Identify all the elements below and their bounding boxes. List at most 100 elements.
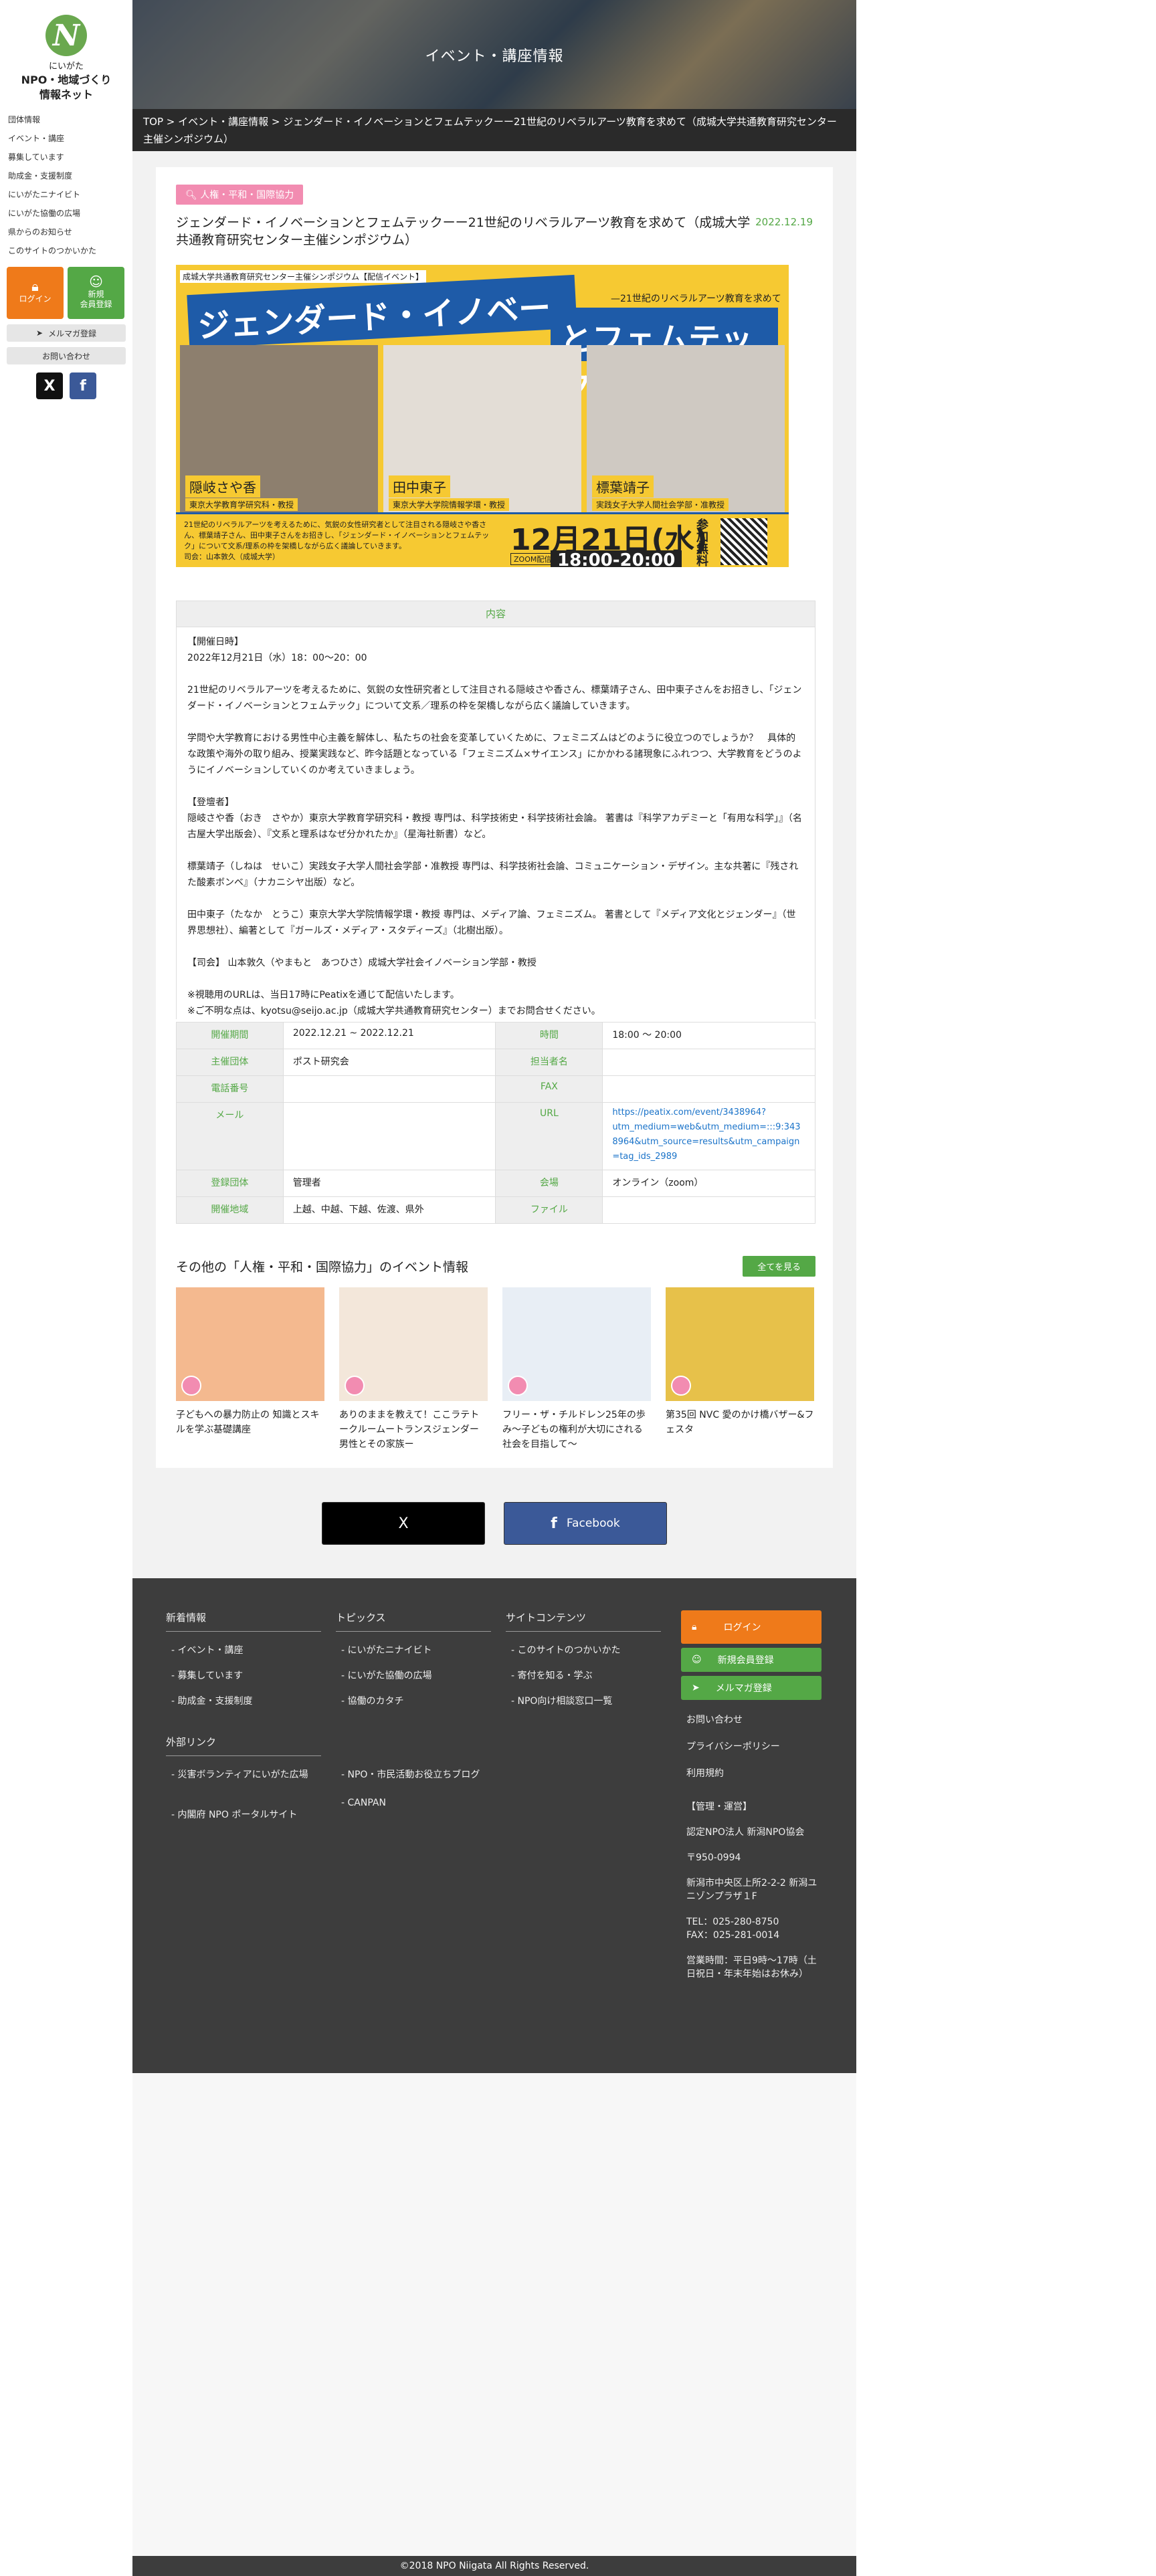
- logo-line-3: 情報ネット: [39, 88, 93, 101]
- body-speaker-1: 隠岐さや香（おき さやか）東京大学教育学研究科・教授 専門は、科学技術史・科学技…: [187, 813, 802, 840]
- footer-link[interactable]: - 募集しています: [166, 1669, 321, 1683]
- url-line-2: utm_medium=web&utm_medium=:::9:3438964&u…: [612, 1122, 801, 1162]
- area-value: 上越、中越、下越、佐渡、県外: [282, 1196, 496, 1224]
- footer-tel: TEL：025-280-8750: [686, 1917, 779, 1927]
- search-icon: 🔍︎: [185, 190, 197, 201]
- portrait-1: 隠岐さや香 東京大学教育学研究科・教授: [180, 345, 378, 512]
- facebook-icon: f: [551, 1515, 557, 1532]
- footer-mailmag-button[interactable]: ➤ メルマガ登録: [681, 1676, 822, 1700]
- footer-terms-link[interactable]: 利用規約: [681, 1767, 822, 1780]
- related-thumb: [666, 1287, 814, 1401]
- file-label: ファイル: [495, 1196, 603, 1224]
- flyer-time: 18:00-20:00: [551, 550, 682, 567]
- footer-link[interactable]: - このサイトのつかいかた: [506, 1644, 661, 1657]
- body-date: 2022年12月21日（水）18：00〜20：00: [187, 653, 367, 663]
- footer-link[interactable]: - 寄付を知る・学ぶ: [506, 1669, 661, 1683]
- contact-button[interactable]: お問い合わせ: [7, 347, 126, 364]
- footer-link[interactable]: - イベント・講座: [166, 1644, 321, 1657]
- empty-area: [132, 2073, 856, 2556]
- venue-value: オンライン（zoom）: [602, 1170, 815, 1197]
- share-x-button[interactable]: X: [322, 1502, 485, 1545]
- footer-link[interactable]: - NPO・市民活動お役立ちブログ: [336, 1768, 491, 1782]
- site-logo-text[interactable]: にいがた NPO・地域づくり 情報ネット: [0, 60, 132, 102]
- footer-hours: 営業時間：平日9時〜17時（土日祝日・年末年始はお休み）: [686, 1955, 817, 1979]
- logo-icon[interactable]: N: [45, 15, 87, 56]
- related-item[interactable]: フリー・ザ・チルドレン25年の歩み〜子どもの権利が大切にされる社会を目指して〜: [502, 1287, 651, 1452]
- facebook-icon[interactable]: f: [70, 372, 96, 399]
- footer-link[interactable]: - 内閣府 NPO ポータルサイト: [166, 1808, 321, 1822]
- related-title: フリー・ザ・チルドレン25年の歩み〜子どもの権利が大切にされる社会を目指して〜: [502, 1410, 646, 1450]
- footer-link[interactable]: - にいがたニナイビト: [336, 1644, 491, 1657]
- org-label: 主催団体: [176, 1049, 284, 1076]
- content-body: 【開催日時】 2022年12月21日（水）18：00〜20：00 21世紀のリベ…: [176, 627, 815, 1019]
- footer-link[interactable]: - NPO向け相談窓口一覧: [506, 1695, 661, 1708]
- footer-link[interactable]: - 協働のカタチ: [336, 1695, 491, 1708]
- related-title: 第35回 NVC 愛のかけ橋バザー&フェスタ: [666, 1410, 814, 1435]
- time-value: 18:00 〜 20:00: [602, 1022, 815, 1049]
- portrait-3-role: 実践女子大学人間社会学部・准教授: [592, 498, 729, 511]
- portrait-1-name: 隠岐さや香: [185, 475, 260, 498]
- x-icon[interactable]: X: [36, 372, 63, 399]
- related-item[interactable]: 子どもへの暴力防止の 知識とスキルを学ぶ基礎講座: [176, 1287, 324, 1452]
- sidebar-item-kyodo[interactable]: にいがた協働の広場: [8, 204, 132, 223]
- mailmag-button[interactable]: ➤ メルマガ登録: [7, 324, 126, 342]
- body-p3: 学問や大学教育における男性中心主義を解体し、私たちの社会を変革していくために、フ…: [187, 733, 802, 776]
- footer-link[interactable]: - 助成金・支援制度: [166, 1695, 321, 1708]
- footer-link[interactable]: - CANPAN: [336, 1796, 491, 1822]
- sidebar-item-ninaibito[interactable]: にいがたニナイビト: [8, 185, 132, 204]
- footer-col-title: サイトコンテンツ: [506, 1610, 661, 1632]
- footer-login-button[interactable]: 🔒︎ ログイン: [681, 1610, 822, 1644]
- footer-col-news: 新着情報 - イベント・講座 - 募集しています - 助成金・支援制度: [166, 1610, 321, 1708]
- contact-label: お問い合わせ: [41, 351, 90, 361]
- user-icon: ☺: [89, 273, 103, 290]
- url-link[interactable]: https://peatix.com/event/3438964? utm_me…: [602, 1102, 815, 1170]
- footer: 新着情報 - イベント・講座 - 募集しています - 助成金・支援制度 トピック…: [132, 1578, 856, 2073]
- footer-link[interactable]: - にいがた協働の広場: [336, 1669, 491, 1683]
- body-note-2: ※ご不明な点は、kyotsu@seijo.ac.jp（成城大学共通教育研究センタ…: [187, 1006, 601, 1016]
- login-button[interactable]: 🔒︎ ログイン: [7, 267, 64, 319]
- category-tag[interactable]: 🔍︎ 人権・平和・国際協力: [176, 185, 304, 205]
- sidebar-item-events[interactable]: イベント・講座: [8, 129, 132, 148]
- flyer-top: 成城大学共通教育研究センター主催シンポジウム【配信イベント】: [180, 270, 427, 283]
- flyer-title-1: ジェンダード・イノベーション: [187, 274, 577, 392]
- sidebar-item-grants[interactable]: 助成金・支援制度: [8, 167, 132, 185]
- body-p2: 21世紀のリベラルアーツを考えるために、気鋭の女性研究者として注目される隠岐さや…: [187, 685, 802, 712]
- user-icon: ☺: [692, 1654, 702, 1665]
- footer-link[interactable]: - 災害ボランティアにいがた広場: [166, 1768, 321, 1782]
- footer-login-label: ログイン: [723, 1622, 761, 1633]
- copyright: ©2018 NPO Niigata All Rights Reserved.: [132, 2556, 856, 2576]
- breadcrumb[interactable]: TOP > イベント・講座情報 > ジェンダード・イノベーションとフェムテックー…: [132, 109, 856, 151]
- event-info-table: 開催期間 2022.12.21 ~ 2022.12.21 時間 18:00 〜 …: [176, 1022, 815, 1224]
- footer-privacy-link[interactable]: プライバシーポリシー: [681, 1740, 822, 1753]
- sidebar-item-pref-news[interactable]: 県からのお知らせ: [8, 223, 132, 241]
- table-row: 開催地域 上越、中越、下越、佐渡、県外 ファイル: [176, 1196, 815, 1224]
- footer-contact-link[interactable]: お問い合わせ: [681, 1713, 822, 1727]
- venue-label: 会場: [495, 1170, 603, 1197]
- sidebar-item-howto[interactable]: このサイトのつかいかた: [8, 241, 132, 260]
- related-item[interactable]: ありのままを教えて！ここラテトークルームートランスジェンダー男性とその家族ー: [339, 1287, 488, 1452]
- sidebar-item-recruit[interactable]: 募集しています: [8, 148, 132, 167]
- logo-line-1: にいがた: [48, 62, 84, 72]
- flyer-desc-text: 21世紀のリベラルアーツを考えるために、気鋭の女性研究者として注目される隠岐さや…: [184, 520, 490, 550]
- register-button[interactable]: ☺ 新規 会員登録: [68, 267, 124, 319]
- view-all-button[interactable]: 全てを見る: [743, 1256, 815, 1277]
- body-date-label: 【開催日時】: [187, 637, 244, 647]
- fax-value: [602, 1075, 815, 1103]
- footer-register-button[interactable]: ☺ 新規会員登録: [681, 1648, 822, 1672]
- event-flyer: 成城大学共通教育研究センター主催シンポジウム【配信イベント】 ジェンダード・イノ…: [176, 265, 789, 567]
- footer-admin-title: 【管理・運営】: [686, 1802, 752, 1812]
- body-moderator: 【司会】 山本敦久（やまもと あつひさ）成城大学社会イノベーション学部・教授: [187, 958, 537, 968]
- portrait-2-name: 田中東子: [389, 475, 450, 498]
- area-label: 開催地域: [176, 1196, 284, 1224]
- share-facebook-button[interactable]: f Facebook: [504, 1502, 667, 1545]
- qr-code-icon: [720, 518, 767, 565]
- related-title: ありのままを教えて！ここラテトークルームートランスジェンダー男性とその家族ー: [339, 1410, 480, 1450]
- related-item[interactable]: 第35回 NVC 愛のかけ橋バザー&フェスタ: [666, 1287, 814, 1452]
- lock-icon: 🔒︎: [31, 278, 39, 294]
- hero-banner: イベント・講座情報: [132, 0, 856, 109]
- sidebar-item-groups[interactable]: 団体情報: [8, 110, 132, 129]
- side-nav: 団体情報 イベント・講座 募集しています 助成金・支援制度 にいがたニナイビト …: [0, 110, 132, 260]
- related-title: 子どもへの暴力防止の 知識とスキルを学ぶ基礎講座: [176, 1410, 320, 1435]
- category-pin-icon: [671, 1376, 691, 1396]
- table-row: 登録団体 管理者 会場 オンライン（zoom）: [176, 1170, 815, 1197]
